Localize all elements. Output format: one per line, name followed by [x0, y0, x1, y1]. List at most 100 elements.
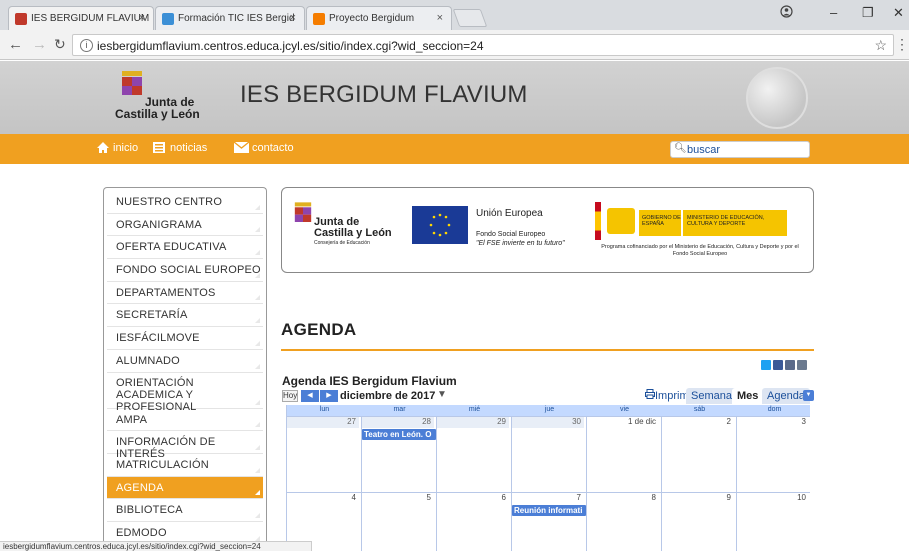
next-month-button[interactable]: ▶ — [320, 390, 338, 402]
site-info-icon[interactable]: i — [80, 39, 93, 52]
calendar-day-cell[interactable]: 10 — [737, 493, 810, 551]
calendar-day-cell[interactable]: 6 — [437, 493, 512, 551]
sidebar-item-label: EDMODO — [116, 526, 167, 539]
sidebar-item-label: OFERTA EDUCATIVA — [116, 241, 227, 254]
tab-mes[interactable]: Mes — [732, 388, 764, 404]
maximize-icon[interactable]: ❐ — [862, 5, 874, 21]
sidebar-item-orientacion[interactable]: ORIENTACIÓN ACADEMICA Y PROFESIONAL — [107, 373, 263, 413]
url-text: iesbergidumflavium.centros.educa.jcyl.es… — [97, 39, 484, 53]
browser-tab-formacion[interactable]: Formación TIC IES Bergid × — [155, 6, 305, 30]
calendar-day-cell[interactable]: 1 de dic — [587, 417, 662, 492]
weekday-header: lun mar mié jue vie sáb dom — [287, 405, 810, 416]
sidebar-item-ampa[interactable]: AMPA — [107, 409, 263, 432]
day-number: 3 — [737, 417, 809, 428]
prev-month-button[interactable]: ◀ — [301, 390, 319, 402]
tab-semana[interactable]: Semana — [686, 388, 737, 404]
sidebar-item-label: DEPARTAMENTOS — [116, 286, 216, 299]
calendar-day-cell[interactable]: 3 — [737, 417, 810, 492]
calendar-day-cell[interactable]: 9 — [662, 493, 737, 551]
banner-jcl-line2: Castilla y León — [314, 227, 392, 239]
sidebar-item-departamentos[interactable]: DEPARTAMENTOS — [107, 282, 263, 305]
site-favicon-icon — [162, 13, 174, 25]
twitter-icon[interactable] — [761, 360, 771, 370]
day-number: 1 de dic — [587, 417, 659, 428]
spain-coat-of-arms-icon — [607, 208, 635, 234]
sidebar-item-agenda[interactable]: AGENDA — [107, 476, 263, 500]
profile-icon[interactable] — [780, 5, 793, 21]
weekday-label: dom — [767, 406, 782, 413]
browser-menu-icon[interactable]: ⋮ — [895, 36, 909, 53]
nav-noticias[interactable]: noticias — [170, 142, 207, 154]
calendar-event[interactable]: Teatro en León. O — [362, 429, 436, 440]
back-icon[interactable]: ← — [8, 36, 23, 53]
eu-motto: "El FSE invierte en tu futuro" — [476, 240, 565, 247]
day-number: 8 — [587, 493, 659, 504]
sidebar-item-label: AMPA — [116, 413, 148, 426]
search-input[interactable]: 🔍︎ buscar — [670, 141, 810, 158]
view-dropdown-icon[interactable]: ▼ — [803, 390, 814, 401]
sidebar-item-informacion[interactable]: INFORMACIÓN DE INTERÉS — [107, 431, 263, 460]
tab-close-icon[interactable]: × — [139, 12, 145, 24]
bookmark-star-icon[interactable]: ☆ — [874, 37, 887, 54]
nav-contacto[interactable]: contacto — [252, 142, 294, 154]
browser-tab-ies[interactable]: IES BERGIDUM FLAVIUM × — [8, 6, 154, 30]
calendar-day-cell[interactable]: 7 — [512, 493, 587, 551]
tab-close-icon[interactable]: × — [290, 12, 296, 24]
tab-close-icon[interactable]: × — [437, 12, 443, 24]
calendar-week-row: 4 5 6 7 8 9 10 Reunión informati — [287, 492, 810, 551]
calendar-day-cell[interactable]: 5 — [362, 493, 437, 551]
sidebar-item-nuestro-centro[interactable]: NUESTRO CENTRO — [107, 191, 263, 214]
sidebar-item-label: ORGANIGRAMA — [116, 218, 202, 231]
banner-jcl-sub: Consejería de Educación — [314, 240, 370, 246]
ministerio-label: MINISTERIO DE EDUCACIÓN, CULTURA Y DEPOR… — [683, 210, 787, 236]
minimize-icon[interactable]: – — [830, 5, 837, 20]
site-favicon-icon — [15, 13, 27, 25]
sidebar-item-organigrama[interactable]: ORGANIGRAMA — [107, 214, 263, 237]
sidebar-item-iesfacilmove[interactable]: IESFÁCILMOVE — [107, 327, 263, 350]
email-icon[interactable] — [785, 360, 795, 370]
castilla-leon-crest-icon — [294, 202, 312, 222]
weekday-label: jue — [544, 406, 555, 413]
news-icon[interactable] — [152, 141, 166, 154]
sidebar-item-alumnado[interactable]: ALUMNADO — [107, 350, 263, 373]
nav-inicio[interactable]: inicio — [113, 142, 138, 154]
close-window-icon[interactable]: ✕ — [893, 5, 904, 21]
url-field[interactable]: i iesbergidumflavium.centros.educa.jcyl.… — [72, 34, 894, 56]
funding-logos-banner: Junta de Castilla y León Consejería de E… — [281, 187, 814, 273]
globe-icon — [746, 67, 808, 129]
calendar-toolbar: Hoy ◀ ▶ diciembre de 2017 ▼ Imprimir Sem… — [282, 388, 814, 405]
sidebar-item-fondo-social-europeo[interactable]: FONDO SOCIAL EUROPEO — [107, 259, 263, 282]
month-dropdown-icon[interactable]: ▼ — [437, 389, 447, 400]
weekday-label: sáb — [693, 406, 706, 413]
facebook-icon[interactable] — [773, 360, 783, 370]
calendar-day-cell[interactable]: 2 — [662, 417, 737, 492]
day-number: 6 — [437, 493, 509, 504]
calendar-day-cell[interactable]: 30 — [512, 417, 587, 492]
address-bar-row: ← → ↻ i iesbergidumflavium.centros.educa… — [0, 30, 909, 60]
site-title[interactable]: IES BERGIDUM FLAVIUM — [240, 81, 528, 109]
calendar-day-cell[interactable]: 8 — [587, 493, 662, 551]
today-button[interactable]: Hoy — [282, 390, 298, 402]
calendar-day-cell[interactable]: 27 — [287, 417, 362, 492]
mail-icon[interactable] — [233, 141, 250, 154]
day-number: 5 — [362, 493, 434, 504]
reload-icon[interactable]: ↻ — [54, 36, 66, 53]
sidebar-item-biblioteca[interactable]: BIBLIOTECA — [107, 499, 263, 522]
browser-tab-blogger[interactable]: Proyecto Bergidum × — [306, 6, 452, 30]
calendar-day-cell[interactable]: 29 — [437, 417, 512, 492]
eu-title: Unión Europea — [476, 208, 543, 219]
sidebar-item-label: FONDO SOCIAL EUROPEO — [116, 264, 261, 277]
junta-logo[interactable]: Junta de Castilla y León — [115, 69, 205, 127]
gobierno-label: GOBIERNO DE ESPAÑA — [639, 210, 681, 236]
sidebar-item-oferta-educativa[interactable]: OFERTA EDUCATIVA — [107, 236, 263, 260]
month-label[interactable]: diciembre de 2017 — [340, 390, 435, 402]
sidebar-item-label: NUESTRO CENTRO — [116, 196, 223, 208]
calendar-event[interactable]: Reunión informati — [512, 505, 586, 516]
new-tab-button[interactable] — [452, 9, 488, 27]
sidebar-item-matriculacion[interactable]: MATRICULACIÓN — [107, 454, 263, 477]
home-icon[interactable] — [96, 141, 110, 154]
sidebar-item-secretaria[interactable]: SECRETARÍA — [107, 304, 263, 328]
print-icon[interactable] — [797, 360, 807, 370]
forward-icon[interactable]: → — [32, 36, 47, 53]
sidebar-item-label: MATRICULACIÓN — [116, 458, 209, 471]
